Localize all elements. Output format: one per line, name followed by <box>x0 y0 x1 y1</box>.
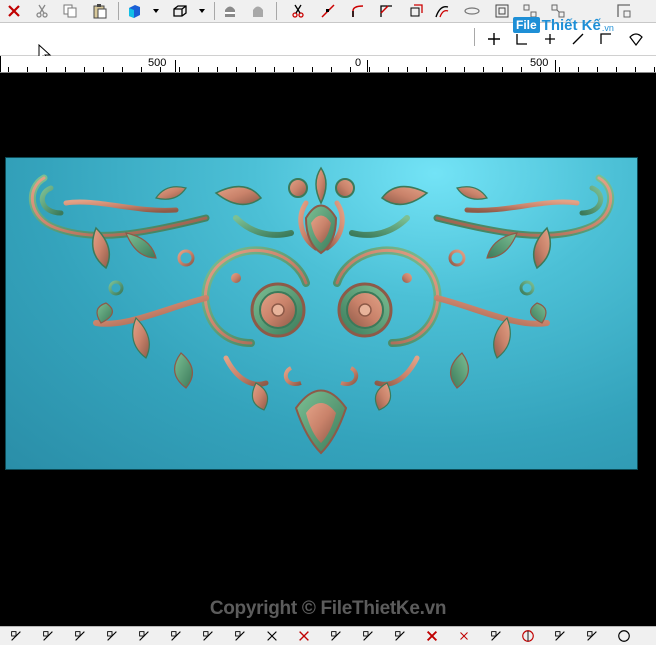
shade-icon[interactable] <box>220 1 240 21</box>
close-icon[interactable] <box>4 1 24 21</box>
watermark-logo-text: Thiết Kế <box>541 16 601 34</box>
ruler-minor-tick <box>103 67 104 72</box>
shade-gray-icon[interactable] <box>248 1 268 21</box>
ruler-minor-tick <box>616 67 617 72</box>
diamond-icon[interactable] <box>102 627 122 645</box>
watermark-logo-box: File <box>513 17 540 33</box>
ruler-minor-tick <box>274 67 275 72</box>
dropdown-arrow-icon[interactable] <box>146 1 166 21</box>
grid-icon[interactable] <box>390 627 410 645</box>
ruler-tick <box>367 60 368 72</box>
ruler-minor-tick <box>331 67 332 72</box>
ruler-minor-tick <box>293 67 294 72</box>
ruler-minor-tick <box>312 67 313 72</box>
scissors-icon[interactable] <box>288 1 308 21</box>
toolbar-separator <box>118 2 119 20</box>
circle-icon[interactable] <box>614 627 634 645</box>
ellipse-icon[interactable] <box>462 1 482 21</box>
axis2-icon[interactable] <box>230 627 250 645</box>
transform-icon[interactable] <box>326 627 346 645</box>
dropdown-arrow-icon[interactable] <box>192 1 212 21</box>
ruler-minor-tick <box>502 67 503 72</box>
ruler-minor-tick <box>464 67 465 72</box>
select-node-icon[interactable] <box>38 627 58 645</box>
ruler-minor-tick <box>8 67 9 72</box>
corner-frame-icon[interactable] <box>614 1 634 21</box>
watermark-logo-suffix: .vn <box>601 22 614 33</box>
fan-icon[interactable] <box>626 29 646 49</box>
ruler-minor-tick <box>388 67 389 72</box>
ruler-minor-tick <box>407 67 408 72</box>
ruler-minor-tick <box>426 67 427 72</box>
select-x-icon[interactable] <box>262 627 282 645</box>
ruler-label-center: 0 <box>355 57 362 69</box>
target-icon[interactable] <box>518 627 538 645</box>
frame-icon[interactable] <box>492 1 512 21</box>
paste-icon[interactable] <box>90 1 110 21</box>
axis-icon[interactable] <box>198 627 218 645</box>
diamond2-icon[interactable] <box>134 627 154 645</box>
pen-icon[interactable] <box>6 627 26 645</box>
ruler-minor-tick <box>141 67 142 72</box>
carving-right-half <box>327 178 611 410</box>
ruler-minor-tick <box>198 67 199 72</box>
ruler-tick <box>555 60 556 72</box>
slash-icon[interactable] <box>486 627 506 645</box>
ruler-tick <box>175 60 176 72</box>
line-icon[interactable] <box>318 1 338 21</box>
relief-carving <box>28 166 637 455</box>
ruler-minor-tick <box>179 67 180 72</box>
copyright-watermark: Copyright © FileThietKe.vn <box>209 598 447 619</box>
cube-view-icon[interactable] <box>124 1 144 21</box>
ruler-minor-tick <box>540 67 541 72</box>
ruler-minor-tick <box>122 67 123 72</box>
check-icon[interactable] <box>550 627 570 645</box>
ruler-tick <box>0 56 1 72</box>
ruler-minor-tick <box>160 67 161 72</box>
ruler-minor-tick <box>255 67 256 72</box>
toolbar-separator <box>474 28 475 46</box>
horizontal-ruler: 500 0 500 <box>0 56 656 73</box>
delete-x-icon[interactable] <box>294 627 314 645</box>
ruler-minor-tick <box>559 67 560 72</box>
ruler-minor-tick <box>521 67 522 72</box>
plus-icon[interactable] <box>484 29 504 49</box>
ruler-minor-tick <box>46 67 47 72</box>
watermark-logo: File Thiết Kế .vn <box>513 14 614 36</box>
corner-icon[interactable] <box>376 1 396 21</box>
ruler-minor-tick <box>597 67 598 72</box>
box-view-icon[interactable] <box>170 1 190 21</box>
cross-icon[interactable] <box>454 627 474 645</box>
ruler-minor-tick <box>217 67 218 72</box>
bottom-toolbar <box>0 626 656 645</box>
ruler-minor-tick <box>350 67 351 72</box>
ruler-minor-tick <box>65 67 66 72</box>
toolbar-separator <box>214 2 215 20</box>
ruler-minor-tick <box>27 67 28 72</box>
transform2-icon[interactable] <box>358 627 378 645</box>
curve-icon[interactable] <box>432 1 452 21</box>
ruler-minor-tick <box>654 67 655 72</box>
diamond3-icon[interactable] <box>166 627 186 645</box>
ruler-minor-tick <box>236 67 237 72</box>
toolbar-separator <box>276 2 277 20</box>
ruler-minor-tick <box>84 67 85 72</box>
offset-icon[interactable] <box>406 1 426 21</box>
ruler-minor-tick <box>445 67 446 72</box>
ruler-minor-tick <box>369 67 370 72</box>
arc-icon[interactable] <box>348 1 368 21</box>
move-icon[interactable] <box>70 627 90 645</box>
pen2-icon[interactable] <box>582 627 602 645</box>
cut-icon[interactable] <box>32 1 52 21</box>
copy-icon[interactable] <box>60 1 80 21</box>
relief-canvas[interactable] <box>5 157 638 470</box>
close-red-icon[interactable] <box>422 627 442 645</box>
ruler-minor-tick <box>578 67 579 72</box>
ruler-label-left: 500 <box>148 57 167 69</box>
ruler-minor-tick <box>635 67 636 72</box>
carving-left-half <box>28 174 319 411</box>
ruler-minor-tick <box>483 67 484 72</box>
